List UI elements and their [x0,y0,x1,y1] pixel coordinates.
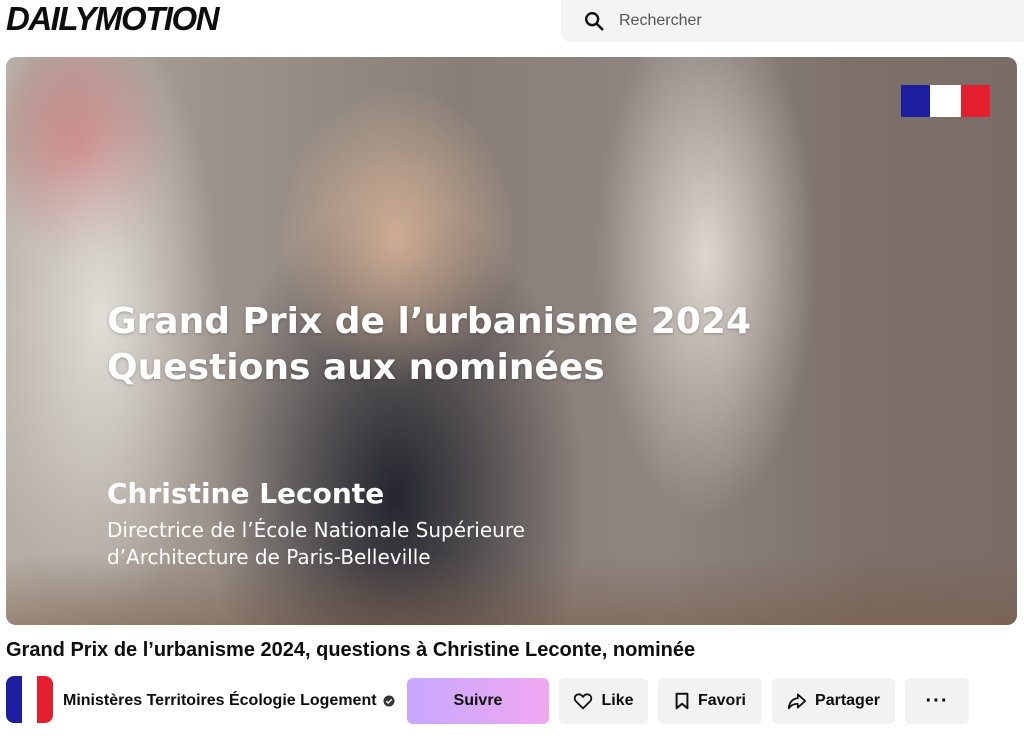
share-label: Partager [815,692,880,709]
video-player[interactable]: Grand Prix de l’urbanisme 2024 Questions… [6,57,1017,625]
share-button[interactable]: Partager [772,678,895,724]
video-overlay-speaker-role: Directrice de l’École Nationale Supérieu… [107,517,627,571]
overlay-title-line2: Questions aux nominées [107,347,605,388]
channel-name: Ministères Territoires Écologie Logement [63,692,377,709]
follow-label: Suivre [453,692,503,709]
heart-icon [574,693,593,710]
like-label: Like [601,692,634,709]
like-button[interactable]: Like [559,678,648,724]
favorite-label: Favori [697,692,746,709]
video-title: Grand Prix de l’urbanisme 2024, question… [6,639,696,661]
overlay-title-line1: Grand Prix de l’urbanisme 2024 [107,301,751,342]
republique-francaise-logo [901,85,990,117]
search-bar[interactable] [561,0,1024,42]
dailymotion-logo[interactable]: DAILYMOTION [6,2,220,36]
channel-avatar[interactable] [6,676,53,723]
overlay-role-line2: d’Architecture de Paris-Belleville [107,545,431,569]
search-input[interactable] [619,8,999,34]
follow-button[interactable]: Suivre [407,678,549,724]
more-icon: ··· [925,690,949,712]
bookmark-icon [675,692,689,710]
search-icon [585,12,604,31]
channel-name-link[interactable]: Ministères Territoires Écologie Logement [63,692,395,710]
verified-icon [383,695,395,707]
share-icon [787,693,807,710]
video-overlay-title: Grand Prix de l’urbanisme 2024 Questions… [107,299,807,391]
overlay-role-line1: Directrice de l’École Nationale Supérieu… [107,518,525,542]
video-overlay-speaker-name: Christine Leconte [107,477,385,510]
more-options-button[interactable]: ··· [905,678,969,724]
favorite-button[interactable]: Favori [658,678,762,724]
